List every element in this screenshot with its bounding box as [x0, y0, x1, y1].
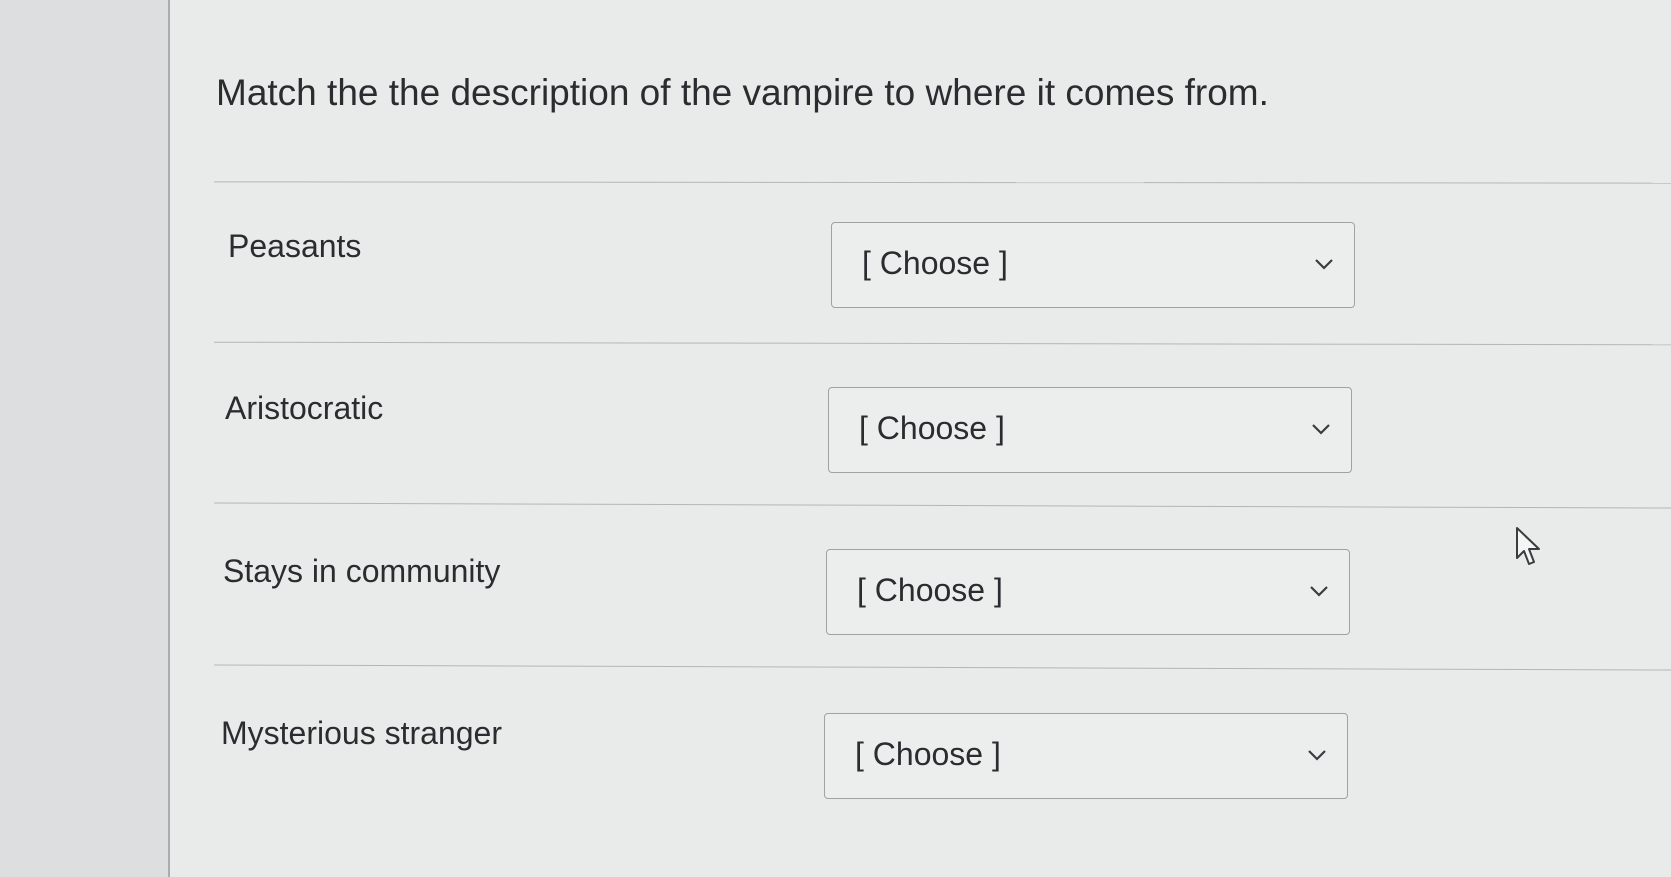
match-label-stays-in-community: Stays in community [223, 553, 501, 589]
chevron-down-icon [1308, 750, 1326, 761]
dropdown-peasants[interactable]: [ Choose ] [831, 222, 1355, 308]
left-gutter [0, 0, 168, 877]
dropdown-aristocratic[interactable]: [ Choose ] [828, 387, 1352, 473]
dropdown-mysterious-stranger[interactable]: [ Choose ] [824, 713, 1348, 799]
chevron-down-icon [1312, 424, 1330, 435]
dropdown-stays-in-community[interactable]: [ Choose ] [826, 549, 1350, 635]
screen: Match the the description of the vampire… [0, 0, 1671, 877]
dropdown-value: [ Choose ] [859, 410, 1005, 446]
question-text: Match the the description of the vampire… [216, 72, 1269, 113]
match-label-peasants: Peasants [228, 228, 362, 264]
chevron-down-icon [1310, 586, 1328, 597]
dropdown-value: [ Choose ] [855, 736, 1001, 772]
dropdown-value: [ Choose ] [862, 245, 1008, 281]
dropdown-value: [ Choose ] [857, 572, 1003, 608]
chevron-down-icon [1315, 259, 1333, 270]
match-label-mysterious-stranger: Mysterious stranger [221, 715, 502, 751]
match-label-aristocratic: Aristocratic [225, 390, 384, 426]
mouse-pointer-icon [1516, 527, 1540, 565]
